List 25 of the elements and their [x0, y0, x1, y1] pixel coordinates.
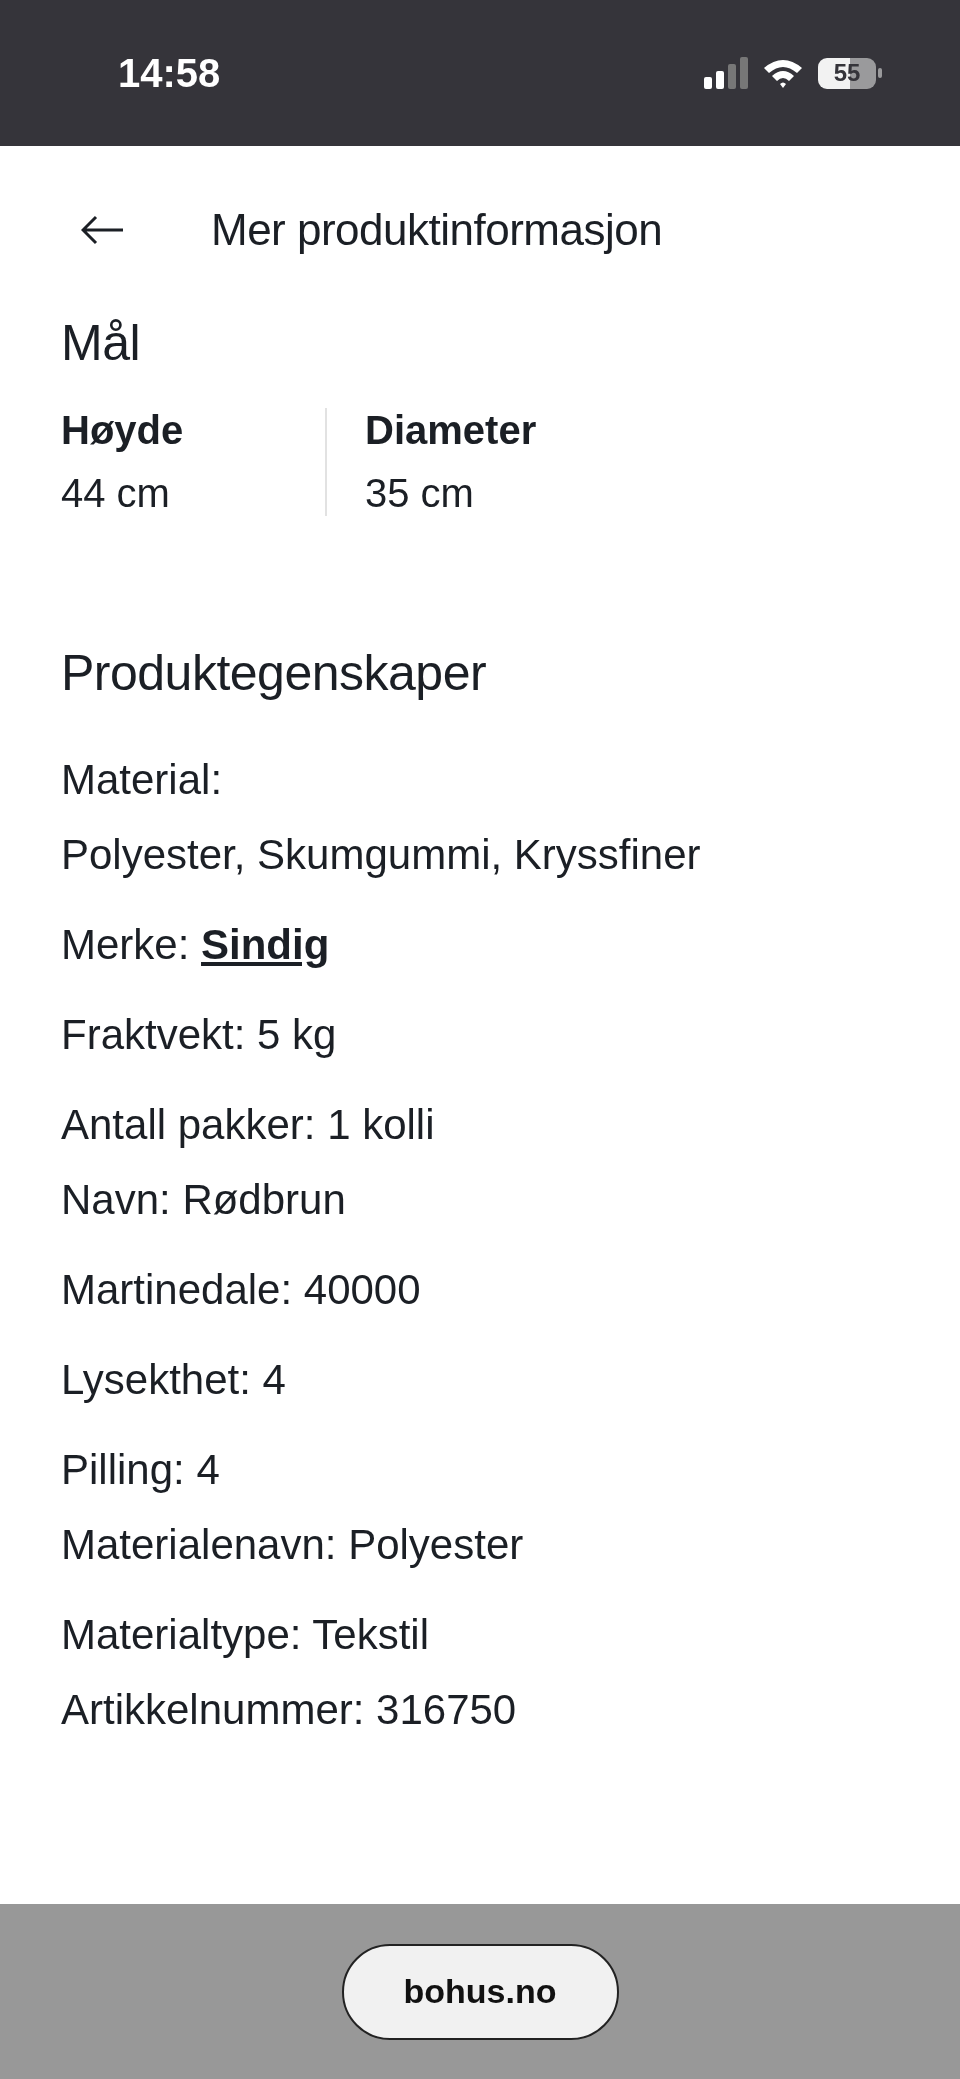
dimension-label: Høyde	[61, 408, 185, 453]
page-title: Mer produktinformasjon	[211, 205, 663, 255]
status-time: 14:58	[118, 50, 221, 96]
dimension-value: 35 cm	[365, 471, 475, 516]
property-text: Martinedale: 40000	[61, 1265, 422, 1315]
dimension-value: 44 cm	[61, 471, 171, 516]
url-button[interactable]: bohus.no	[341, 1943, 619, 2040]
section-heading: Mål	[61, 314, 142, 372]
property-text: Lysekthet: 4	[61, 1355, 287, 1405]
property-text: Pilling: 4	[61, 1445, 221, 1495]
brand-link[interactable]: Sindig	[201, 921, 330, 968]
dimension-label: Diameter	[365, 408, 538, 453]
property-label: Merke:	[61, 921, 190, 968]
property-text: Material:	[61, 755, 224, 805]
property-text: Artikkelnummer: 316750	[61, 1685, 518, 1735]
property-text: Navn: Rødbrun	[61, 1175, 347, 1225]
property-text: Materialenavn: Polyester	[61, 1520, 525, 1570]
property-text: Antall pakker: 1 kolli	[61, 1100, 436, 1150]
property-text: Polyester, Skumgummi, Kryssfiner	[61, 830, 702, 880]
section-heading: Produktegenskaper	[61, 644, 488, 702]
property-text: Fraktvekt: 5 kg	[61, 1010, 338, 1060]
signal-icon	[704, 57, 748, 89]
property-text: Materialtype: Tekstil	[61, 1610, 431, 1660]
wifi-icon	[762, 57, 804, 89]
back-button[interactable]	[81, 215, 125, 245]
